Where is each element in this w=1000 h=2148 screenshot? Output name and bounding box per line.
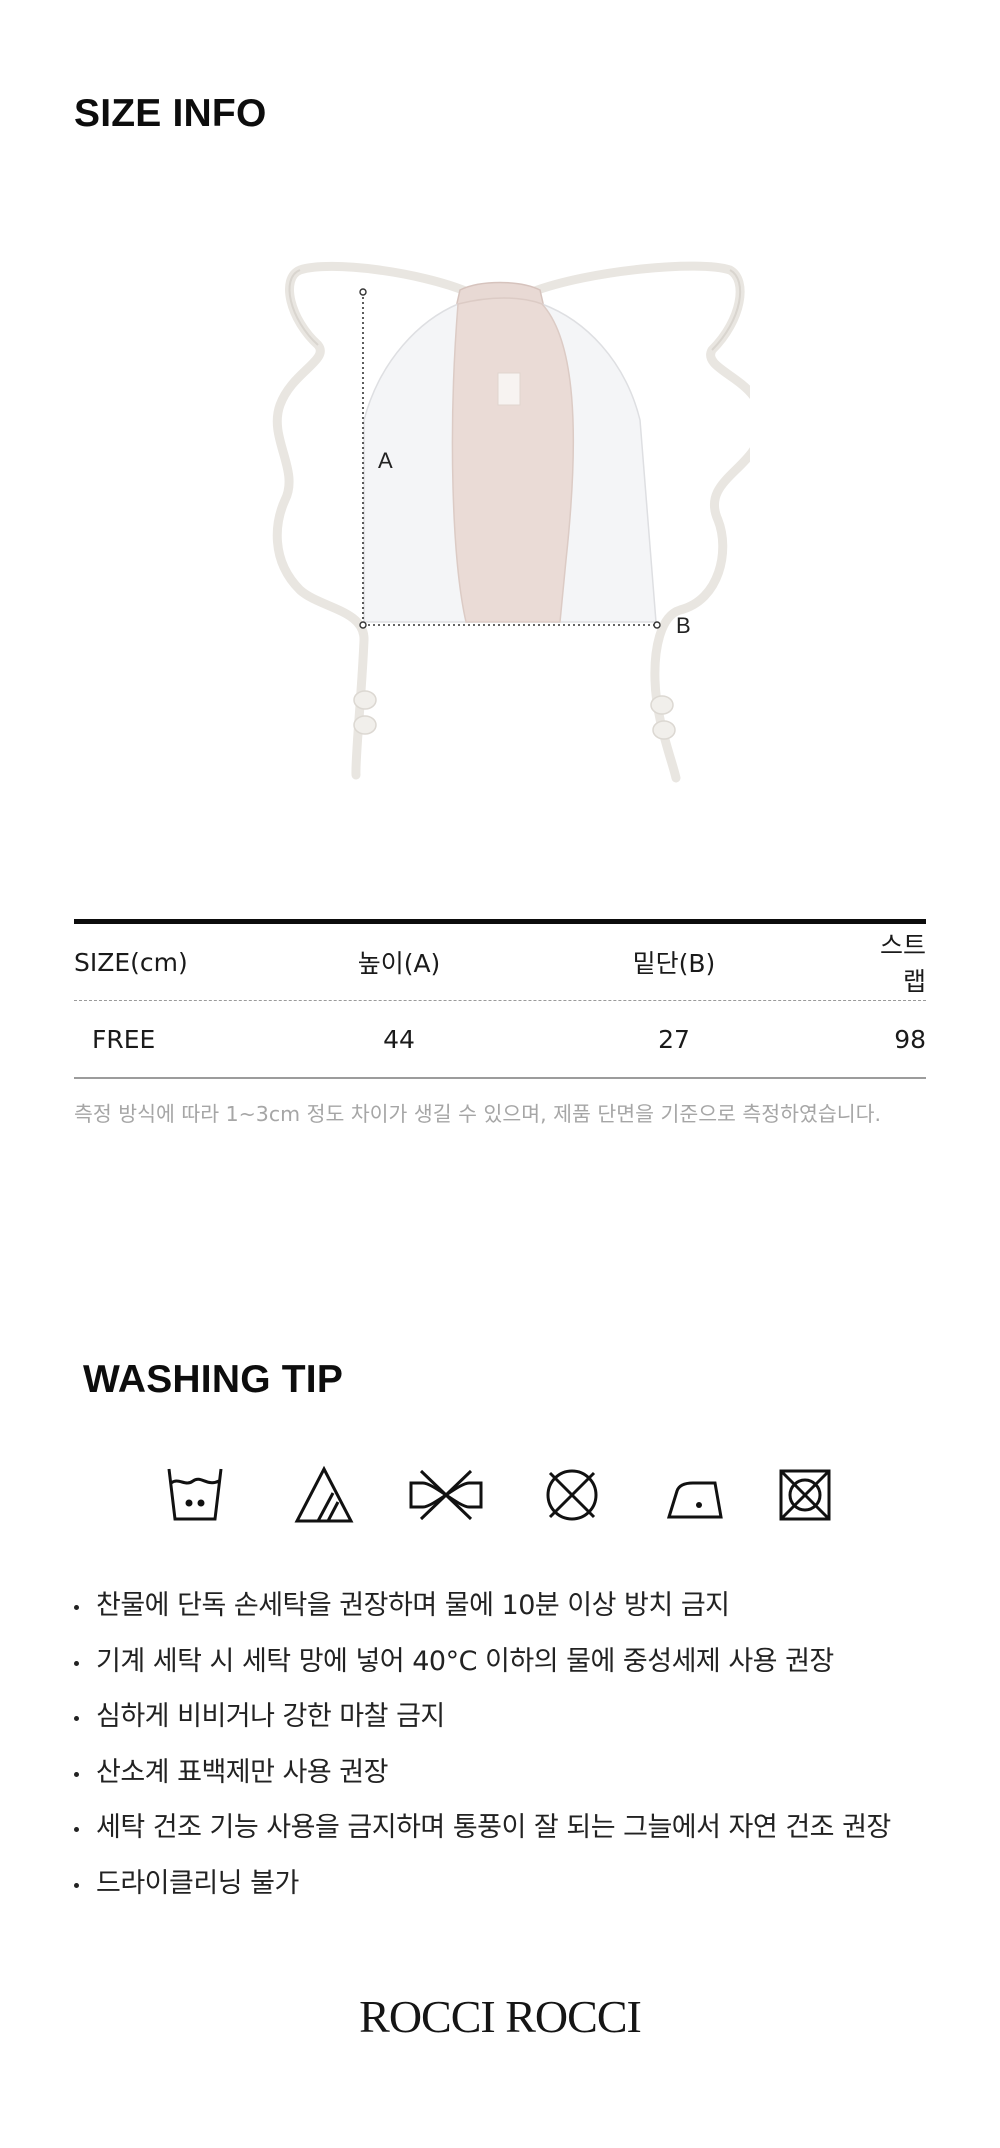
washing-tip-title: WASHING TIP — [83, 1358, 344, 1401]
measure-label-a: A — [378, 448, 393, 473]
cell-hem: 27 — [658, 1024, 690, 1054]
header-hem: 밑단(B) — [632, 949, 716, 978]
table-header-row: SIZE(cm) 높이(A) 밑단(B) 스트랩 — [74, 924, 926, 1001]
do-not-wring-icon — [409, 1469, 483, 1521]
product-image: A B — [272, 261, 750, 783]
cell-height: 44 — [383, 1024, 415, 1054]
size-table: SIZE(cm) 높이(A) 밑단(B) 스트랩 FREE 44 27 98 — [74, 919, 926, 1079]
chlorine-bleach-only-icon — [294, 1465, 354, 1523]
cell-size: FREE — [92, 1024, 156, 1054]
list-item: 심하게 비비거나 강한 마찰 금지 — [72, 1697, 891, 1753]
list-item: 기계 세탁 시 세탁 망에 넣어 40°C 이하의 물에 중성세제 사용 권장 — [72, 1642, 891, 1698]
table-row: FREE 44 27 98 — [74, 1001, 926, 1079]
list-item: 산소계 표백제만 사용 권장 — [72, 1753, 891, 1809]
washing-tips-list: 찬물에 단독 손세탁을 권장하며 물에 10분 이상 방치 금지 기계 세탁 시… — [72, 1586, 891, 1919]
measurement-note: 측정 방식에 따라 1~3cm 정도 차이가 생길 수 있으며, 제품 단면을 … — [74, 1102, 881, 1126]
iron-low-heat-icon — [666, 1481, 723, 1519]
header-height: 높이(A) — [357, 949, 441, 978]
hand-wash-30-icon — [167, 1468, 223, 1521]
do-not-tumble-dry-icon — [546, 1469, 598, 1521]
measure-label-b: B — [676, 613, 691, 638]
do-not-dry-clean-icon — [779, 1469, 831, 1521]
brand-logo: ROCCI ROCCI — [359, 1991, 642, 2042]
list-item: 찬물에 단독 손세탁을 권장하며 물에 10분 이상 방치 금지 — [72, 1586, 891, 1642]
list-item: 드라이클리닝 불가 — [72, 1864, 891, 1920]
size-info-title: SIZE INFO — [74, 92, 267, 135]
header-size: SIZE(cm) — [74, 947, 188, 977]
header-strap: 스트랩 — [879, 931, 926, 996]
list-item: 세탁 건조 기능 사용을 금지하며 통풍이 잘 되는 그늘에서 자연 건조 권장 — [72, 1808, 891, 1864]
cell-strap: 98 — [894, 1024, 926, 1054]
care-icons-row — [165, 1465, 845, 1533]
